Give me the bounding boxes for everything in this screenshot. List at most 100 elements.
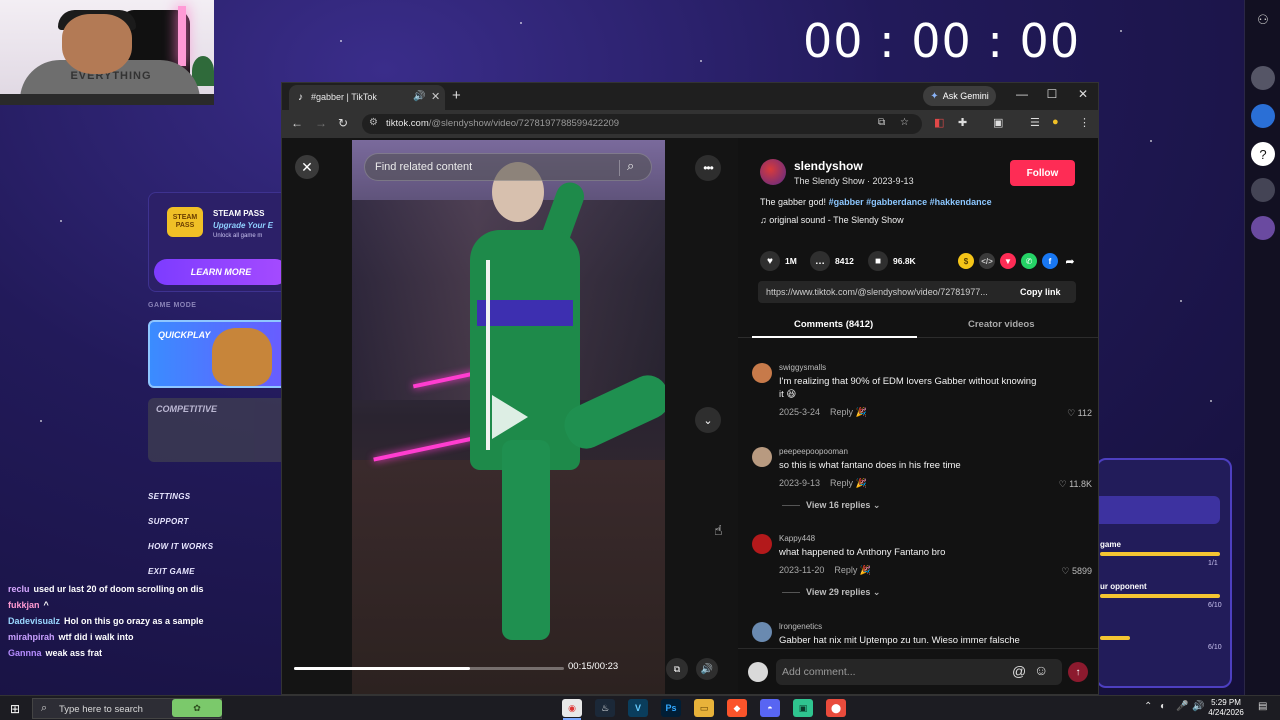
mention-icon[interactable]: @ xyxy=(1012,663,1026,679)
extension-icon[interactable]: ◧ xyxy=(934,116,944,129)
install-app-icon[interactable]: ⧉ xyxy=(878,117,885,128)
tab-comments[interactable]: Comments (8412) xyxy=(794,319,873,330)
support-link[interactable]: SUPPORT xyxy=(148,517,189,526)
back-button[interactable]: ← xyxy=(291,116,303,130)
ask-gemini-button[interactable]: ✦ Ask Gemini xyxy=(923,86,996,106)
commenter-avatar[interactable] xyxy=(752,363,772,383)
reply-button[interactable]: Reply xyxy=(830,407,853,417)
commenter-avatar[interactable] xyxy=(752,534,772,554)
like-button[interactable]: ♥ 1M xyxy=(760,251,797,271)
menu-kebab-icon[interactable]: ⋮ xyxy=(1079,116,1090,129)
quickplay-card[interactable]: QUICKPLAY xyxy=(148,320,288,388)
tray-icon[interactable]: ◐ xyxy=(1160,701,1166,712)
sound-link[interactable]: ♫ original sound - The Slendy Show xyxy=(760,215,904,225)
facebook-icon[interactable]: f xyxy=(1042,253,1058,269)
competitive-card[interactable]: COMPETITIVE xyxy=(148,398,288,462)
video-player[interactable] xyxy=(352,140,665,694)
search-highlight-icon[interactable]: ✿ xyxy=(172,699,222,717)
commenter-name[interactable]: peepeepoopooman xyxy=(779,447,848,456)
media-icon[interactable]: ☰ xyxy=(1030,116,1040,129)
forward-button[interactable]: → xyxy=(315,116,327,130)
next-video-chevron-down-icon[interactable]: ⌄ xyxy=(695,407,721,433)
play-icon[interactable] xyxy=(492,395,528,439)
author-name[interactable]: slendyshow xyxy=(794,159,863,173)
microphone-icon[interactable]: 🎤 xyxy=(1176,701,1188,712)
view-replies-button[interactable]: View 16 replies ⌄ xyxy=(782,500,880,511)
save-button[interactable]: ■ 96.8K xyxy=(868,251,916,271)
notifications-icon[interactable]: ▤ xyxy=(1258,701,1267,712)
more-options-icon[interactable]: ••• xyxy=(695,155,721,181)
minimize-button[interactable]: — xyxy=(1010,87,1034,101)
app-icon[interactable]: ▣ xyxy=(793,699,813,717)
exit-game-link[interactable]: EXIT GAME xyxy=(148,567,195,576)
tab-search-icon[interactable]: ▣ xyxy=(993,116,1003,129)
server-avatar[interactable] xyxy=(1251,216,1275,240)
friends-icon[interactable]: ⚇ xyxy=(1251,8,1275,32)
server-avatar[interactable] xyxy=(1251,66,1275,90)
tray-chevron-up-icon[interactable]: ⌃ xyxy=(1144,701,1152,712)
commenter-name[interactable]: lrongenetics xyxy=(779,622,822,631)
emoji-icon[interactable]: ☺ xyxy=(1034,662,1048,678)
address-bar[interactable]: ⚙ tiktok.com/@slendyshow/video/727819778… xyxy=(362,114,922,134)
coin-icon[interactable]: $ xyxy=(958,253,974,269)
chrome-icon[interactable]: ◉ xyxy=(562,699,582,717)
add-comment-input[interactable]: Add comment... @ ☺ xyxy=(776,659,1062,685)
server-avatar[interactable] xyxy=(1251,104,1275,128)
maximize-button[interactable]: ☐ xyxy=(1040,87,1064,101)
comment-like[interactable]: ♡ 11.8K xyxy=(1059,479,1092,490)
comment-button[interactable]: … 8412 xyxy=(810,251,854,271)
volume-icon[interactable]: 🔊 xyxy=(696,658,718,680)
steam-icon[interactable]: ♨ xyxy=(595,699,615,717)
view-replies-button[interactable]: View 29 replies ⌄ xyxy=(782,587,880,598)
close-video-button[interactable]: ✕ xyxy=(295,155,319,179)
embed-icon[interactable]: </> xyxy=(979,253,995,269)
site-info-icon[interactable]: ⚙ xyxy=(369,117,378,128)
reply-button[interactable]: Reply xyxy=(834,565,857,575)
photoshop-icon[interactable]: Ps xyxy=(661,699,681,717)
server-avatar[interactable] xyxy=(1251,178,1275,202)
commenter-avatar[interactable] xyxy=(752,622,772,642)
tab-creator-videos[interactable]: Creator videos xyxy=(968,319,1035,330)
extensions-puzzle-icon[interactable]: ✚ xyxy=(958,116,967,129)
maps-icon[interactable]: ⬤ xyxy=(826,699,846,717)
how-it-works-link[interactable]: HOW IT WORKS xyxy=(148,542,213,551)
send-comment-button[interactable]: ↑ xyxy=(1068,662,1088,682)
whatsapp-icon[interactable]: ✆ xyxy=(1021,253,1037,269)
windows-start-icon[interactable]: ⊞ xyxy=(10,702,20,716)
close-icon[interactable]: ✕ xyxy=(431,90,440,103)
copy-link-button[interactable]: Copy link xyxy=(1020,287,1061,297)
commenter-name[interactable]: swiggysmalls xyxy=(779,363,826,372)
hashtag-link[interactable]: #hakkendance xyxy=(930,197,992,207)
video-progress-bar[interactable] xyxy=(294,667,564,670)
related-search-input[interactable]: Find related content ⌕ xyxy=(364,153,652,181)
reload-button[interactable]: ↻ xyxy=(338,116,348,130)
settings-link[interactable]: SETTINGS xyxy=(148,492,190,501)
author-avatar[interactable] xyxy=(760,159,786,185)
discord-icon[interactable]: ◓ xyxy=(760,699,780,717)
comment-like[interactable]: ♡ 112 xyxy=(1067,408,1092,419)
commenter-avatar[interactable] xyxy=(752,447,772,467)
hashtag-link[interactable]: #gabberdance xyxy=(866,197,927,207)
close-window-button[interactable]: ✕ xyxy=(1071,87,1095,101)
learn-more-button[interactable]: LEARN MORE xyxy=(154,259,288,285)
taskbar-clock[interactable]: 5:29 PM 4/24/2026 xyxy=(1206,698,1246,718)
volume-icon[interactable]: 🔊 xyxy=(1192,701,1204,712)
commenter-name[interactable]: Kappy448 xyxy=(779,534,815,543)
hashtag-link[interactable]: #gabber xyxy=(829,197,864,207)
audio-icon[interactable]: 🔊 xyxy=(413,91,425,102)
brave-icon[interactable]: ◆ xyxy=(727,699,747,717)
new-tab-button[interactable]: + xyxy=(452,87,461,104)
comment-like[interactable]: ♡ 5899 xyxy=(1061,566,1092,577)
vegas-icon[interactable]: V xyxy=(628,699,648,717)
share-arrow-icon[interactable]: ➦ xyxy=(1062,253,1078,269)
search-icon[interactable]: ⌕ xyxy=(627,158,634,174)
picture-in-picture-icon[interactable]: ⧉ xyxy=(666,658,688,680)
bookmark-star-icon[interactable]: ☆ xyxy=(900,117,909,128)
profile-icon[interactable]: ● xyxy=(1052,116,1059,128)
share-link-field[interactable]: https://www.tiktok.com/@slendyshow/video… xyxy=(758,281,1076,303)
tab-tiktok[interactable]: ♪ #gabber | TikTok 🔊 ✕ xyxy=(289,85,445,110)
send-icon[interactable]: ▼ xyxy=(1000,253,1016,269)
help-icon[interactable]: ? xyxy=(1251,142,1275,166)
file-explorer-icon[interactable]: ▭ xyxy=(694,699,714,717)
follow-button[interactable]: Follow xyxy=(1010,160,1075,186)
